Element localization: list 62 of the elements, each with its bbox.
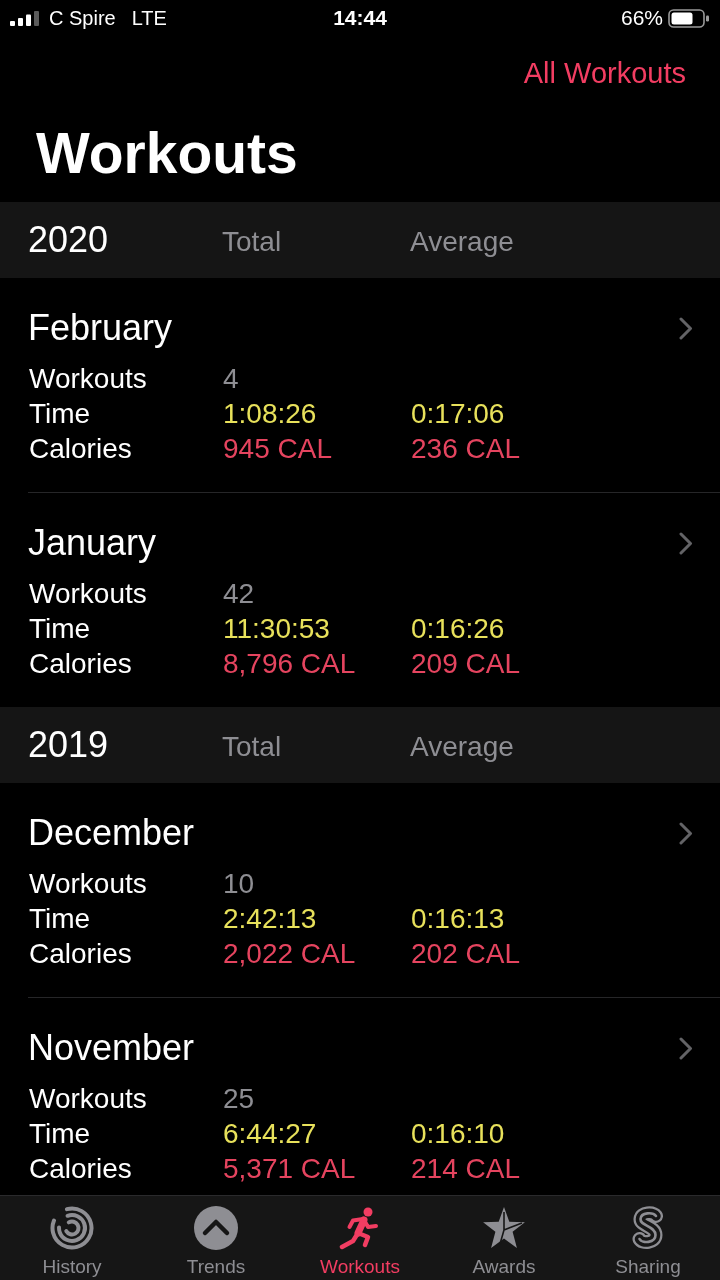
clock-time: 14:44 — [333, 6, 387, 29]
total-value: 8,796 CAL — [223, 647, 357, 681]
stat-label: Calories — [28, 1152, 133, 1186]
average-value: 236 CAL — [411, 432, 521, 466]
tab-button[interactable]: History — [0, 1196, 144, 1280]
year-label: 2019 — [28, 724, 110, 766]
total-value: 2,022 CAL — [223, 937, 357, 971]
stat-label: Calories — [28, 647, 133, 681]
stat-label: Calories — [28, 937, 133, 971]
month-title: January — [28, 521, 157, 565]
total-value: 1:08:26 — [223, 397, 318, 431]
stat-label: Time — [28, 397, 92, 431]
total-value: 4 — [223, 362, 240, 396]
average-value: 209 CAL — [411, 647, 521, 681]
stat-label: Time — [28, 902, 92, 936]
month-title: December — [28, 811, 195, 855]
total-value: 11:30:53 — [223, 612, 331, 646]
battery-icon — [668, 8, 710, 28]
signal-icon — [10, 10, 40, 26]
carrier-name: C Spire — [49, 6, 116, 30]
total-value: 6:44:27 — [223, 1117, 318, 1151]
average-value: 0:17:06 — [411, 397, 506, 431]
month-title: November — [28, 1026, 195, 1070]
total-value: 10 — [223, 867, 256, 901]
page-title: Workouts — [36, 120, 298, 186]
stat-label: Time — [28, 1117, 92, 1151]
average-value: 0:16:26 — [411, 612, 506, 646]
average-value: 0:16:13 — [411, 902, 506, 936]
stat-label: Time — [28, 612, 92, 646]
chevron-up-icon — [194, 1206, 238, 1250]
chevron-right-icon[interactable] — [679, 531, 693, 555]
total-value: 945 CAL — [223, 432, 333, 466]
column-heading: Average — [410, 730, 515, 763]
total-value: 42 — [223, 577, 256, 611]
tab-button[interactable]: Sharing — [576, 1196, 720, 1280]
all-workouts-link[interactable]: All Workouts — [523, 55, 686, 91]
chevron-right-icon[interactable] — [679, 316, 693, 340]
column-heading: Total — [222, 225, 283, 258]
stat-label: Workouts — [28, 577, 148, 611]
stat-label: Workouts — [28, 1082, 148, 1116]
total-value: 25 — [223, 1082, 256, 1116]
rings-icon — [50, 1206, 94, 1250]
year-label: 2020 — [28, 219, 110, 261]
tab-button[interactable]: Workouts — [288, 1196, 432, 1280]
average-value: 0:16:10 — [411, 1117, 506, 1151]
stat-label: Workouts — [28, 867, 148, 901]
total-value: 5,371 CAL — [223, 1152, 357, 1186]
chevron-right-icon[interactable] — [679, 821, 693, 845]
column-heading: Total — [222, 730, 283, 763]
average-value: 214 CAL — [411, 1152, 521, 1186]
stat-label: Calories — [28, 432, 133, 466]
column-heading: Average — [410, 225, 515, 258]
total-value: 2:42:13 — [223, 902, 318, 936]
network-type: LTE — [131, 6, 167, 30]
tab-button[interactable]: Trends — [144, 1196, 288, 1280]
tab-button[interactable]: Awards — [432, 1196, 576, 1280]
star-icon — [482, 1206, 526, 1250]
average-value: 202 CAL — [411, 937, 521, 971]
stat-label: Workouts — [28, 362, 148, 396]
month-title: February — [28, 306, 173, 350]
battery-percent: 66% — [620, 6, 663, 30]
chevron-right-icon[interactable] — [679, 1036, 693, 1060]
